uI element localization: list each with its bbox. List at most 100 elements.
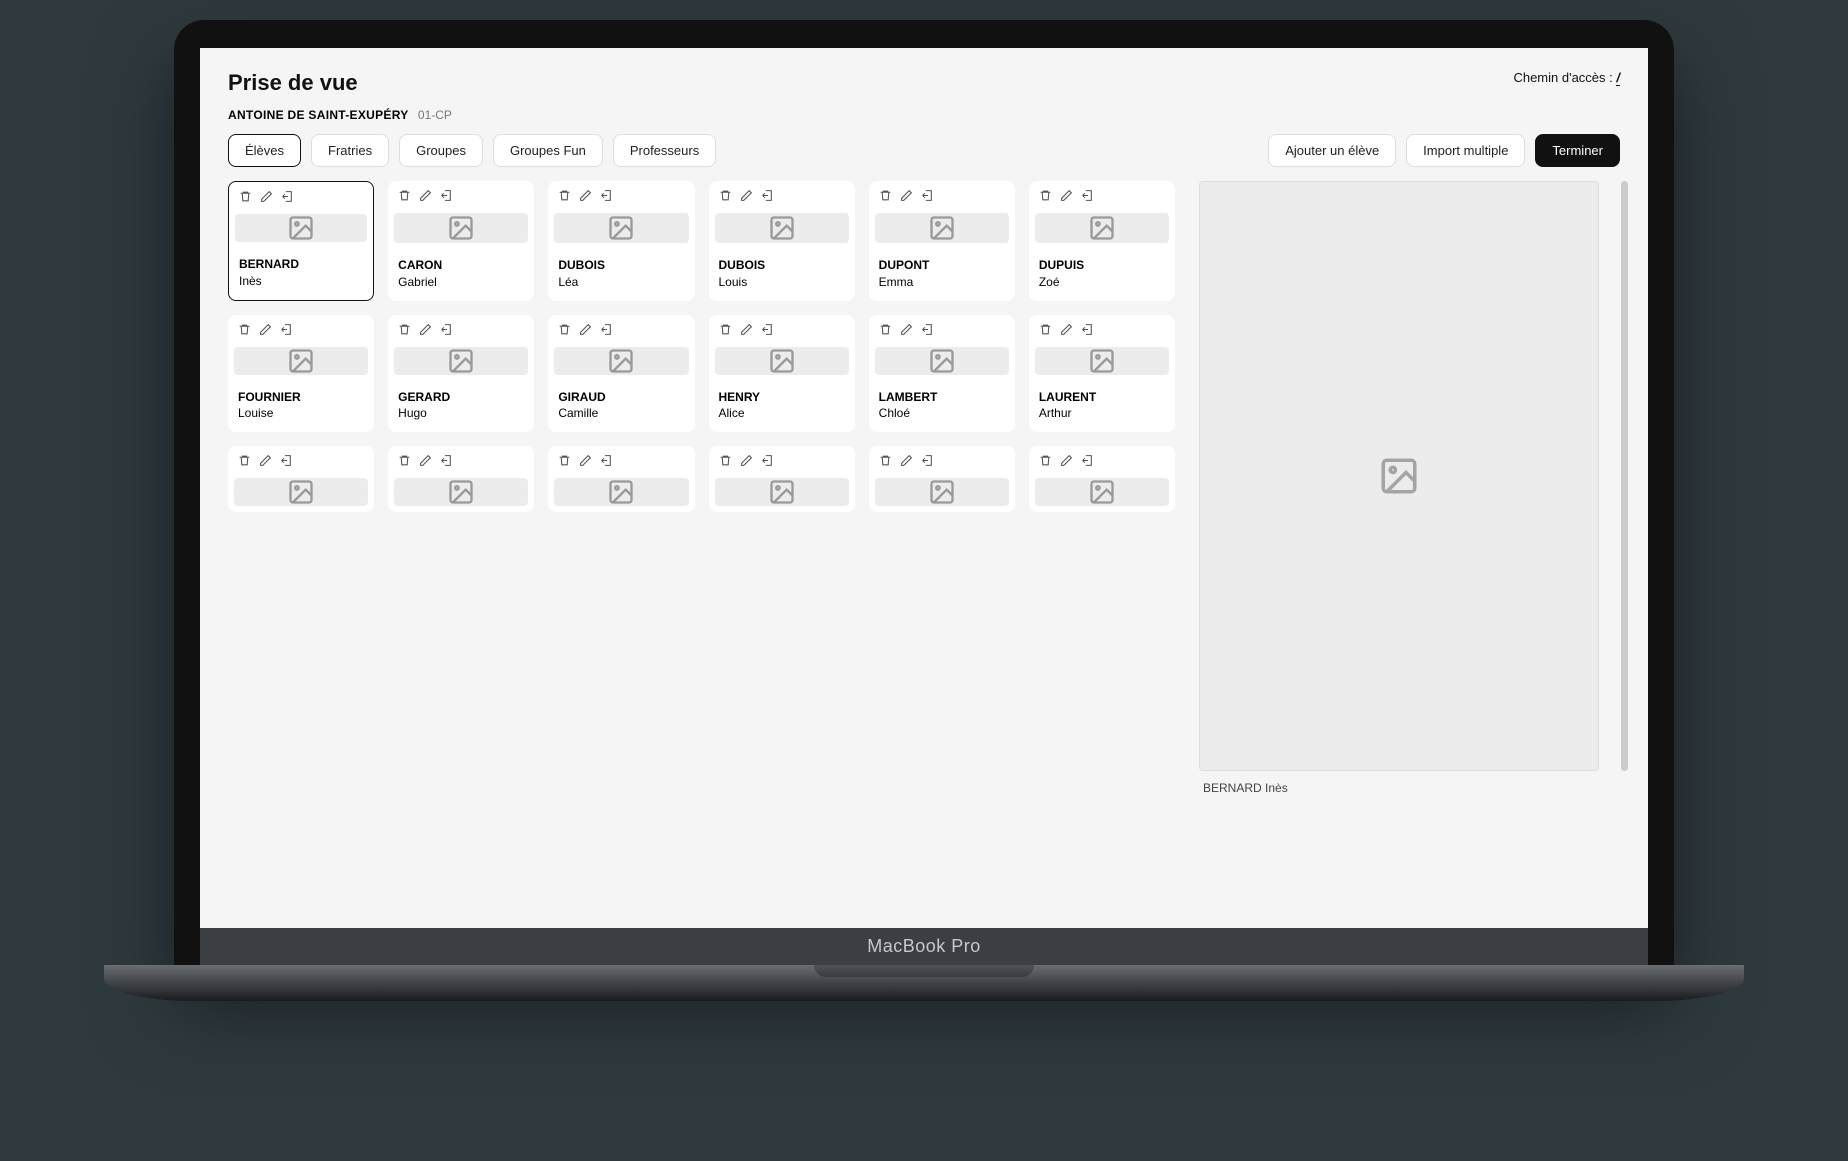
trash-icon[interactable] [879,454,892,472]
pencil-icon[interactable] [740,323,753,341]
card-thumbnail[interactable] [715,213,849,243]
export-icon[interactable] [761,189,774,207]
breadcrumb[interactable]: Chemin d'accès : / [1513,70,1620,85]
pencil-icon[interactable] [740,189,753,207]
student-card[interactable] [709,446,855,512]
export-icon[interactable] [440,189,453,207]
card-thumbnail[interactable] [1035,213,1169,243]
card-thumbnail[interactable] [875,478,1009,506]
student-card[interactable]: HENRY Alice [709,315,855,433]
student-card[interactable]: BERNARD Inès [228,181,374,301]
export-icon[interactable] [1081,454,1094,472]
pencil-icon[interactable] [579,454,592,472]
export-icon[interactable] [440,454,453,472]
pencil-icon[interactable] [419,454,432,472]
tab-professeurs[interactable]: Professeurs [613,134,716,167]
trash-icon[interactable] [558,454,571,472]
export-icon[interactable] [440,323,453,341]
trash-icon[interactable] [879,189,892,207]
pencil-icon[interactable] [1060,323,1073,341]
pencil-icon[interactable] [900,454,913,472]
student-card[interactable] [228,446,374,512]
card-thumbnail[interactable] [1035,478,1169,506]
trash-icon[interactable] [879,323,892,341]
export-icon[interactable] [761,323,774,341]
import-multiple-button[interactable]: Import multiple [1406,134,1525,167]
trash-icon[interactable] [239,190,252,208]
student-card[interactable] [548,446,694,512]
export-icon[interactable] [281,190,294,208]
pencil-icon[interactable] [579,189,592,207]
pencil-icon[interactable] [259,454,272,472]
export-icon[interactable] [600,454,613,472]
student-card[interactable]: GERARD Hugo [388,315,534,433]
pencil-icon[interactable] [900,189,913,207]
export-icon[interactable] [761,454,774,472]
pencil-icon[interactable] [419,189,432,207]
export-icon[interactable] [600,189,613,207]
export-icon[interactable] [921,189,934,207]
scrollbar[interactable] [1621,181,1628,771]
student-card[interactable] [388,446,534,512]
card-thumbnail[interactable] [875,213,1009,243]
student-card[interactable]: DUPONT Emma [869,181,1015,301]
trash-icon[interactable] [719,323,732,341]
pencil-icon[interactable] [740,454,753,472]
trash-icon[interactable] [719,454,732,472]
trash-icon[interactable] [558,323,571,341]
card-thumbnail[interactable] [554,478,688,506]
trash-icon[interactable] [1039,323,1052,341]
card-thumbnail[interactable] [235,214,367,242]
card-thumbnail[interactable] [875,347,1009,375]
export-icon[interactable] [1081,323,1094,341]
student-card[interactable]: DUPUIS Zoé [1029,181,1175,301]
student-card[interactable]: GIRAUD Camille [548,315,694,433]
finish-button[interactable]: Terminer [1535,134,1620,167]
card-thumbnail[interactable] [1035,347,1169,375]
trash-icon[interactable] [398,454,411,472]
card-thumbnail[interactable] [554,213,688,243]
trash-icon[interactable] [238,323,251,341]
student-card[interactable] [1029,446,1175,512]
trash-icon[interactable] [1039,189,1052,207]
trash-icon[interactable] [719,189,732,207]
tab-fratries[interactable]: Fratries [311,134,389,167]
card-thumbnail[interactable] [394,347,528,375]
pencil-icon[interactable] [900,323,913,341]
pencil-icon[interactable] [1060,189,1073,207]
pencil-icon[interactable] [579,323,592,341]
student-card[interactable] [869,446,1015,512]
card-thumbnail[interactable] [715,478,849,506]
student-card[interactable]: DUBOIS Léa [548,181,694,301]
student-card[interactable]: FOURNIER Louise [228,315,374,433]
breadcrumb-path[interactable]: / [1616,70,1620,86]
add-student-button[interactable]: Ajouter un élève [1268,134,1396,167]
export-icon[interactable] [921,454,934,472]
card-thumbnail[interactable] [234,478,368,506]
pencil-icon[interactable] [259,323,272,341]
card-thumbnail[interactable] [715,347,849,375]
export-icon[interactable] [280,323,293,341]
export-icon[interactable] [921,323,934,341]
trash-icon[interactable] [398,323,411,341]
tab-groupes-fun[interactable]: Groupes Fun [493,134,603,167]
tab-eleves[interactable]: Élèves [228,134,301,167]
tab-groupes[interactable]: Groupes [399,134,483,167]
student-card[interactable]: LAURENT Arthur [1029,315,1175,433]
export-icon[interactable] [280,454,293,472]
pencil-icon[interactable] [1060,454,1073,472]
student-card[interactable]: LAMBERT Chloé [869,315,1015,433]
trash-icon[interactable] [238,454,251,472]
card-thumbnail[interactable] [554,347,688,375]
trash-icon[interactable] [398,189,411,207]
card-thumbnail[interactable] [394,478,528,506]
trash-icon[interactable] [1039,454,1052,472]
card-thumbnail[interactable] [234,347,368,375]
student-card[interactable]: DUBOIS Louis [709,181,855,301]
export-icon[interactable] [1081,189,1094,207]
card-thumbnail[interactable] [394,213,528,243]
student-card[interactable]: CARON Gabriel [388,181,534,301]
pencil-icon[interactable] [419,323,432,341]
export-icon[interactable] [600,323,613,341]
pencil-icon[interactable] [260,190,273,208]
